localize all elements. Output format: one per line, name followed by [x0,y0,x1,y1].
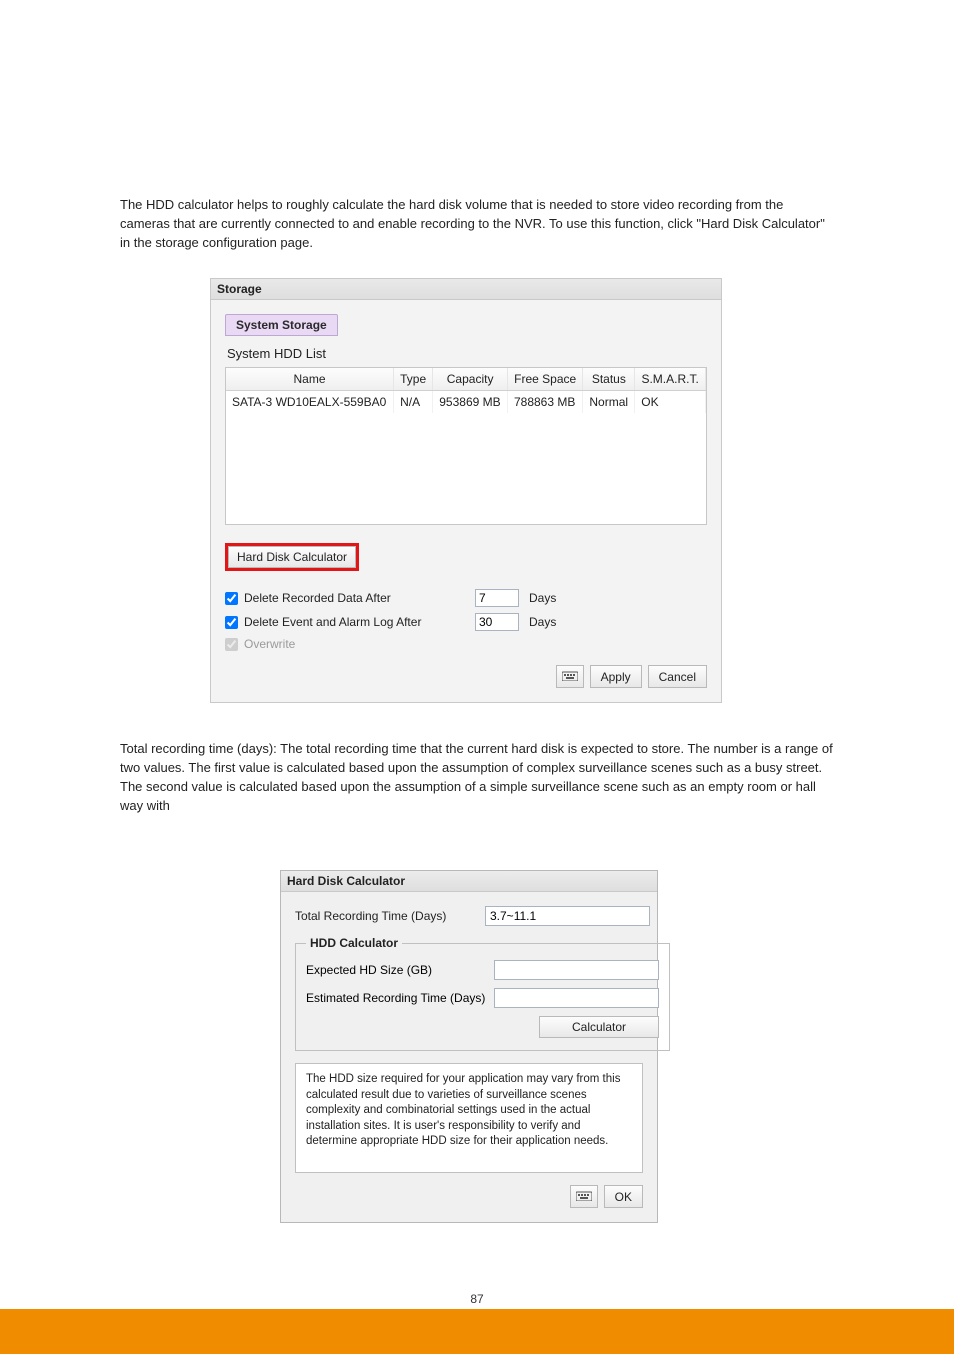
col-smart[interactable]: S.M.A.R.T. [635,368,706,391]
cell-free: 788863 MB [507,391,582,414]
hdd-calculator-legend: HDD Calculator [306,936,402,950]
col-capacity[interactable]: Capacity [433,368,508,391]
calc-disclaimer: The HDD size required for your applicati… [295,1063,643,1173]
estimated-recording-time-input[interactable] [494,988,659,1008]
hdd-table: Name Type Capacity Free Space Status S.M… [225,367,707,525]
footer-bar [0,1309,954,1354]
delete-recorded-days-input[interactable] [475,589,519,607]
apply-button[interactable]: Apply [590,665,642,688]
expected-hd-size-input[interactable] [494,960,659,980]
col-type[interactable]: Type [394,368,433,391]
total-recording-time-label: Total Recording Time (Days) [295,909,475,923]
hard-disk-calculator-dialog: Hard Disk Calculator Total Recording Tim… [280,870,658,1223]
cell-capacity: 953869 MB [433,391,508,414]
calculator-button[interactable]: Calculator [539,1016,659,1038]
overwrite-text: Overwrite [244,637,295,651]
body-paragraph-2: Total recording time (days): The total r… [120,740,834,815]
calc-ok-button[interactable]: OK [604,1185,643,1208]
cell-name: SATA-3 WD10EALX-559BA0 [226,391,394,414]
hdd-table-header-row: Name Type Capacity Free Space Status S.M… [226,368,706,391]
overwrite-checkbox-label: Overwrite [225,637,295,651]
storage-panel: Storage System Storage System HDD List N… [210,278,722,703]
hdd-calculator-fieldset: HDD Calculator Expected HD Size (GB) Est… [295,936,670,1051]
days-label-1: Days [529,591,556,605]
delete-log-checkbox[interactable] [225,616,238,629]
keyboard-button[interactable] [556,665,584,688]
delete-log-text: Delete Event and Alarm Log After [244,615,421,629]
delete-recorded-checkbox-label[interactable]: Delete Recorded Data After [225,591,465,605]
calc-keyboard-button[interactable] [570,1185,598,1208]
cancel-button[interactable]: Cancel [648,665,707,688]
cell-status: Normal [583,391,635,414]
delete-log-days-input[interactable] [475,613,519,631]
hard-disk-calculator-button[interactable]: Hard Disk Calculator [228,546,356,568]
tab-system-storage[interactable]: System Storage [225,314,338,336]
cell-type: N/A [394,391,433,414]
col-free-space[interactable]: Free Space [507,368,582,391]
col-name[interactable]: Name [226,368,394,391]
delete-recorded-checkbox[interactable] [225,592,238,605]
delete-recorded-text: Delete Recorded Data After [244,591,391,605]
expected-hd-size-label: Expected HD Size (GB) [306,963,486,977]
keyboard-icon [576,1189,592,1204]
highlight-outline: Hard Disk Calculator [225,543,359,571]
calc-dialog-title: Hard Disk Calculator [281,871,657,892]
page-number: 87 [0,1292,954,1306]
delete-log-checkbox-label[interactable]: Delete Event and Alarm Log After [225,615,465,629]
body-paragraph-1: The HDD calculator helps to roughly calc… [120,196,834,253]
days-label-2: Days [529,615,556,629]
col-status[interactable]: Status [583,368,635,391]
cell-smart: OK [635,391,706,414]
table-row[interactable]: SATA-3 WD10EALX-559BA0 N/A 953869 MB 788… [226,391,706,414]
total-recording-time-value [485,906,650,926]
overwrite-checkbox [225,638,238,651]
estimated-recording-time-label: Estimated Recording Time (Days) [306,991,486,1005]
hdd-list-heading: System HDD List [227,346,707,361]
keyboard-icon [562,669,578,684]
storage-title: Storage [211,279,721,300]
